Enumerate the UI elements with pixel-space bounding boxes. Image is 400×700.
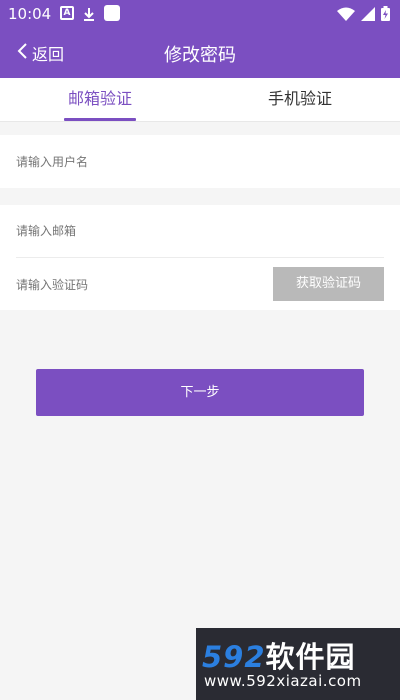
watermark-brand: 592软件园 [202, 634, 356, 676]
download-icon [82, 6, 96, 21]
status-icons-right [337, 6, 390, 25]
tab-phone-verification[interactable]: 手机验证 [200, 78, 400, 122]
username-card [0, 135, 400, 188]
app-square-icon [104, 5, 120, 21]
verification-card: 获取验证码 [0, 205, 400, 310]
battery-charging-icon [381, 6, 390, 25]
tab-email-verification[interactable]: 邮箱验证 [0, 78, 200, 122]
status-icons-left: A [60, 5, 120, 21]
verification-code-input[interactable] [16, 275, 256, 295]
watermark-brand-text: 软件园 [265, 640, 356, 674]
a-icon: A [60, 6, 74, 20]
username-input[interactable] [16, 152, 376, 172]
signal-icon [361, 6, 375, 25]
email-input[interactable] [16, 221, 376, 241]
field-divider [16, 257, 384, 258]
verification-tabs: 邮箱验证 手机验证 [0, 78, 400, 122]
back-button[interactable]: 返回 [16, 40, 64, 66]
back-label: 返回 [32, 45, 65, 64]
watermark-url: www.592xiazai.com [204, 672, 362, 690]
chevron-left-icon [16, 42, 28, 64]
wifi-icon [337, 6, 355, 25]
watermark-number: 592 [202, 640, 266, 674]
status-time: 10:04 [8, 5, 52, 23]
active-tab-indicator [64, 118, 136, 121]
app-bar: 返回 修改密码 [0, 28, 400, 78]
get-code-button[interactable]: 获取验证码 [273, 267, 384, 301]
status-bar: 10:04 A [0, 0, 400, 28]
site-watermark: 592软件园 www.592xiazai.com [196, 628, 400, 700]
next-step-button[interactable]: 下一步 [36, 369, 364, 416]
